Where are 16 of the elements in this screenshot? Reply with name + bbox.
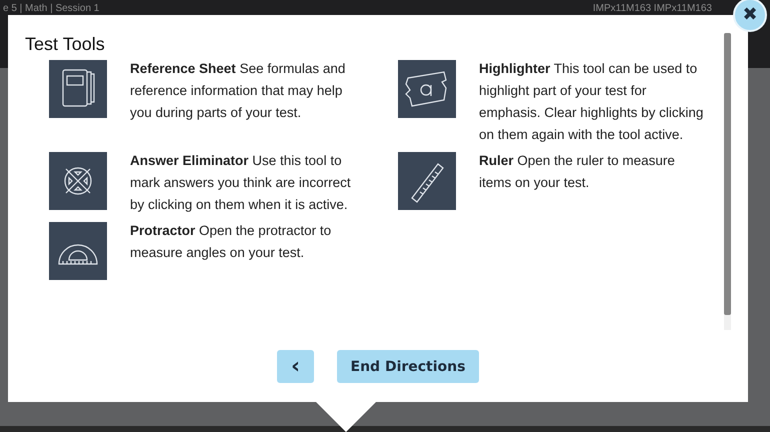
tool-description: Protractor Open the protractor to measure angles on your test.	[130, 222, 332, 262]
tool-description: Answer Eliminator Use this tool to mark answers you think are incorrect by clicking on them when it is active.	[130, 152, 352, 214]
end-directions-button[interactable]: End Directions	[337, 350, 479, 383]
highlighter-icon	[398, 60, 456, 118]
protractor-icon	[49, 222, 107, 280]
tool-description: Highlighter This tool can be used to highlight part of your test for emphasis. Clear highlights by clicking on them again with the tool active.	[479, 60, 704, 144]
tool-description: Reference Sheet See formulas and reference information that may help you during parts of your test.	[130, 60, 346, 122]
session-title: e 5 | Math | Session 1	[3, 3, 100, 14]
eliminator-icon	[49, 152, 107, 210]
dialog-title: Test Tools	[25, 33, 106, 56]
back-button[interactable]: ‹	[277, 350, 314, 383]
scrollbar[interactable]	[724, 33, 731, 330]
ruler-icon	[398, 152, 456, 210]
book-icon	[49, 60, 107, 118]
item-id: IMPx11M163 IMPx11M163	[592, 3, 712, 14]
tool-description: Ruler Open the ruler to measure items on your test.	[479, 152, 676, 192]
